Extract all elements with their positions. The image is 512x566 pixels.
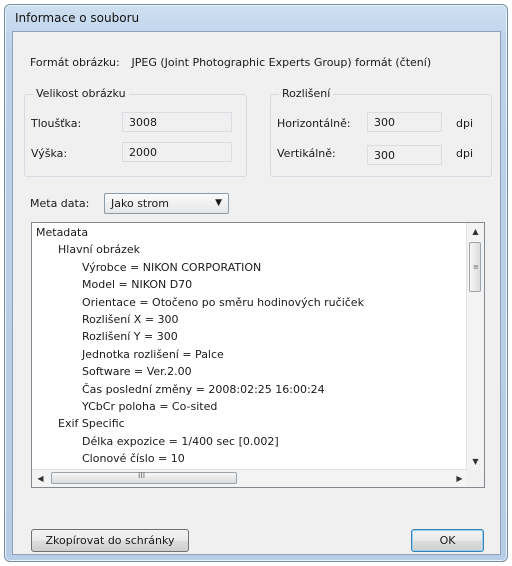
tree-item[interactable]: Orientace = Otočeno po směru hodinových … — [36, 294, 466, 311]
dialog-body: Formát obrázku: JPEG (Joint Photographic… — [12, 31, 501, 555]
image-size-group-title: Velikost obrázku — [33, 87, 129, 100]
scroll-right-icon[interactable]: ▶ — [451, 470, 468, 487]
image-size-group: Velikost obrázku — [24, 87, 247, 177]
title-bar[interactable]: Informace o souboru — [5, 5, 507, 29]
meta-view-select[interactable]: Jako strom ▼ — [104, 193, 229, 214]
vertical-unit: dpi — [456, 147, 474, 160]
resolution-group-title: Rozlišení — [279, 87, 334, 100]
width-value: 3008 — [122, 112, 232, 132]
metadata-tree-items: Metadata Hlavní obrázek Výrobce = NIKON CO… — [36, 224, 466, 470]
tree-item[interactable]: Jednotka rozlišení = Palce — [36, 346, 466, 363]
height-value: 2000 — [122, 142, 232, 162]
horizontal-label: Horizontálně: — [277, 117, 351, 130]
file-info-dialog: Informace o souboru Formát obrázku: JPEG… — [4, 4, 508, 562]
ok-button[interactable]: OK — [411, 529, 484, 552]
scroll-down-icon[interactable]: ▼ — [467, 453, 484, 470]
tree-item[interactable]: YCbCr poloha = Co-sited — [36, 398, 466, 415]
tree-item[interactable]: Rozlišení Y = 300 — [36, 328, 466, 345]
vertical-scrollbar[interactable]: ▲ ≡ ▼ — [466, 223, 484, 470]
tree-item[interactable]: Exif Specific — [36, 415, 466, 432]
format-label: Formát obrázku: — [30, 56, 120, 69]
vertical-scroll-thumb[interactable]: ≡ — [469, 242, 481, 292]
tree-item[interactable]: Model = NIKON D70 — [36, 276, 466, 293]
horizontal-scrollbar[interactable]: ◀ III ▶ — [32, 469, 468, 487]
tree-item[interactable]: Software = Ver.2.00 — [36, 363, 466, 380]
horizontal-value: 300 — [367, 112, 442, 132]
meta-data-label: Meta data: — [30, 197, 90, 210]
tree-item[interactable]: Výrobce = NIKON CORPORATION — [36, 259, 466, 276]
grip-icon: III — [138, 471, 146, 480]
width-label: Tloušťka: — [31, 117, 82, 130]
tree-item[interactable]: Čas poslední změny = 2008:02:25 16:00:24 — [36, 381, 466, 398]
tree-item[interactable]: Hlavní obrázek — [36, 241, 466, 258]
vertical-value: 300 — [367, 145, 442, 165]
format-row: Formát obrázku: JPEG (Joint Photographic… — [30, 56, 431, 69]
tree-item[interactable]: Délka expozice = 1/400 sec [0.002] — [36, 433, 466, 450]
tree-item[interactable]: Clonové číslo = 10 — [36, 450, 466, 467]
meta-view-value: Jako strom — [111, 197, 169, 210]
window-title: Informace o souboru — [15, 11, 140, 25]
scroll-left-icon[interactable]: ◀ — [32, 470, 49, 487]
chevron-down-icon: ▼ — [215, 198, 222, 208]
metadata-tree[interactable]: Metadata Hlavní obrázek Výrobce = NIKON CO… — [31, 222, 485, 488]
vertical-label: Vertikálně: — [277, 147, 336, 160]
copy-to-clipboard-button[interactable]: Zkopírovat do schránky — [31, 529, 189, 552]
scroll-up-icon[interactable]: ▲ — [467, 223, 484, 240]
format-value: JPEG (Joint Photographic Experts Group) … — [131, 56, 432, 69]
horizontal-unit: dpi — [456, 117, 474, 130]
height-label: Výška: — [31, 147, 68, 160]
horizontal-scroll-thumb[interactable]: III — [51, 471, 237, 484]
grip-icon: ≡ — [473, 263, 479, 271]
tree-item[interactable]: Metadata — [36, 224, 466, 241]
tree-item[interactable]: Rozlišení X = 300 — [36, 311, 466, 328]
scroll-corner — [467, 470, 484, 487]
